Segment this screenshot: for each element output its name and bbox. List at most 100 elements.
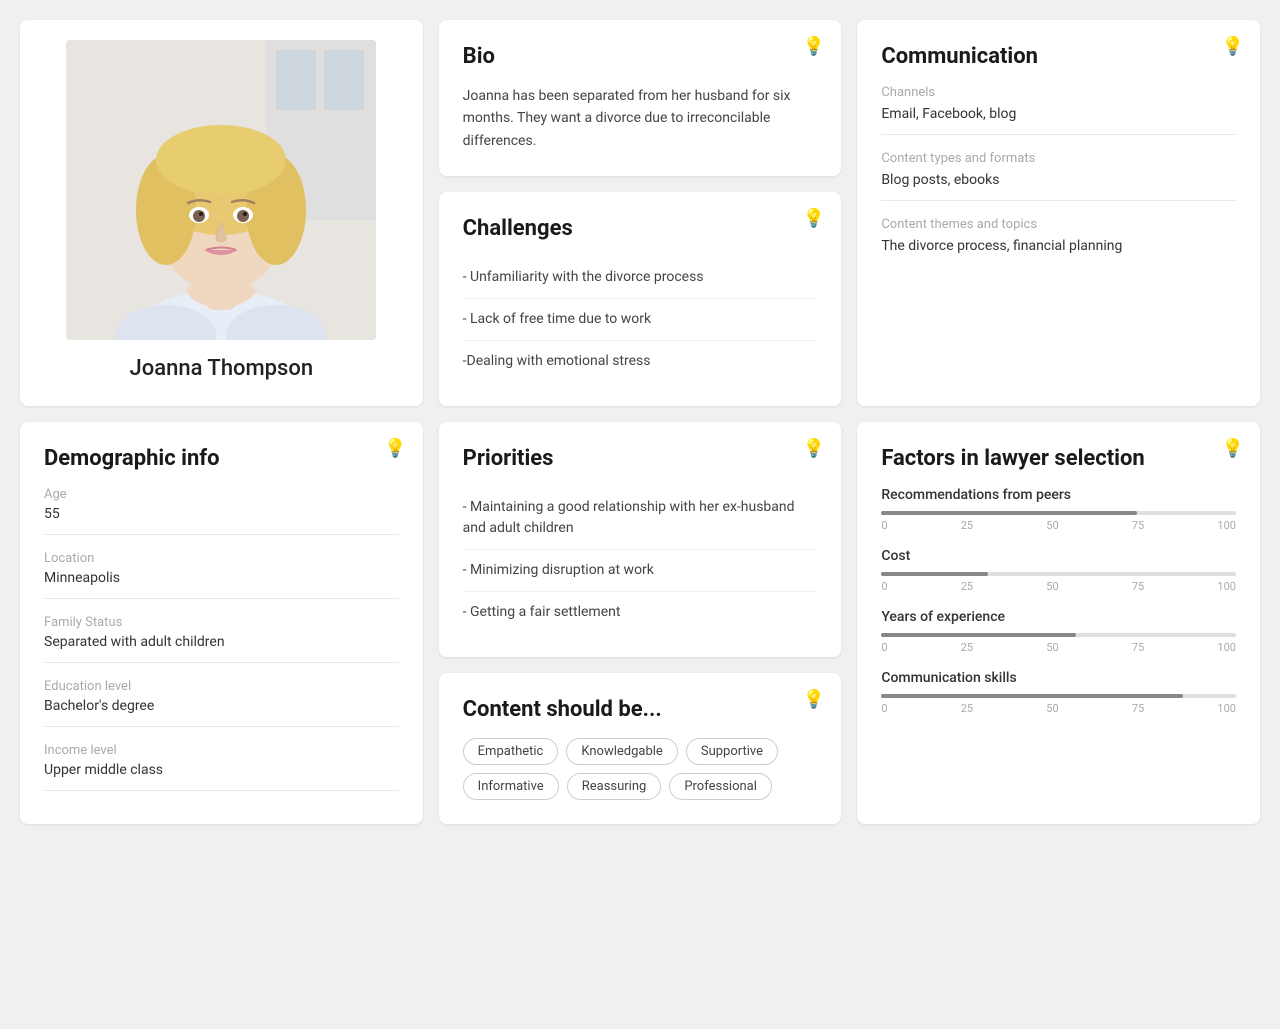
demographic-card: 💡 Demographic info Age55LocationMinneapo…	[20, 422, 423, 824]
factor-scale-3: 0255075100	[881, 702, 1236, 715]
demo-value-0: 55	[44, 506, 399, 535]
bio-title: Bio	[463, 44, 818, 69]
demo-value-2: Separated with adult children	[44, 634, 399, 663]
demo-value-3: Bachelor's degree	[44, 698, 399, 727]
scale-label: 50	[1046, 580, 1058, 593]
content-tag-3: Informative	[463, 773, 559, 800]
factor-label-2: Years of experience	[881, 609, 1236, 625]
scale-label: 75	[1132, 519, 1144, 532]
content-lightbulb-icon: 💡	[803, 689, 825, 710]
factor-scale-0: 0255075100	[881, 519, 1236, 532]
comm-section-2: Content themes and topics The divorce pro…	[881, 217, 1236, 266]
scale-label: 75	[1132, 580, 1144, 593]
middle-bottom-column: 💡 Priorities - Maintaining a good relati…	[439, 422, 842, 824]
communication-sections: Channels Email, Facebook, blog Content typ…	[881, 85, 1236, 266]
scale-label: 0	[881, 519, 887, 532]
demo-section-4: Income level Upper middle class	[44, 743, 399, 791]
bio-lightbulb-icon: 💡	[803, 36, 825, 57]
content-tag-4: Reassuring	[567, 773, 662, 800]
scale-label: 50	[1046, 702, 1058, 715]
scale-label: 100	[1217, 702, 1236, 715]
content-tag-0: Empathetic	[463, 738, 559, 765]
priorities-title: Priorities	[463, 446, 818, 471]
factor-scale-2: 0 25 50 75 100	[881, 641, 1236, 654]
priorities-lightbulb-icon: 💡	[803, 438, 825, 459]
factor-section-0: Recommendations from peers0255075100	[881, 487, 1236, 532]
comm-value-1: Blog posts, ebooks	[881, 172, 1236, 201]
demo-value-1: Minneapolis	[44, 570, 399, 599]
content-card: 💡 Content should be... EmpatheticKnowled…	[439, 673, 842, 824]
comm-section-0: Channels Email, Facebook, blog	[881, 85, 1236, 135]
bio-card: 💡 Bio Joanna has been separated from her…	[439, 20, 842, 176]
factor-label-1: Cost	[881, 548, 1236, 564]
scale-label: 75	[1132, 641, 1144, 654]
challenges-lightbulb-icon: 💡	[803, 208, 825, 229]
content-tag-2: Supportive	[686, 738, 778, 765]
factors-card: 💡 Factors in lawyer selection Recommenda…	[857, 422, 1260, 824]
priority-item-0: - Maintaining a good relationship with h…	[463, 487, 818, 550]
factor-section-3: Communication skills0255075100	[881, 670, 1236, 715]
comm-label-2: Content themes and topics	[881, 217, 1236, 232]
demo-value-4: Upper middle class	[44, 762, 399, 791]
content-tag-1: Knowledgable	[566, 738, 678, 765]
factor-fill-0	[881, 511, 1136, 515]
demo-label-1: Location	[44, 551, 399, 566]
demo-lightbulb-icon: 💡	[384, 438, 406, 459]
factor-scale-1: 0 25 50 75 100	[881, 580, 1236, 593]
profile-name: Joanna Thompson	[130, 356, 314, 381]
priority-item-2: - Getting a fair settlement	[463, 592, 818, 633]
challenges-card: 💡Challenges - Unfamiliarity with the divo…	[439, 192, 842, 406]
priorities-card: 💡 Priorities - Maintaining a good relati…	[439, 422, 842, 657]
factor-track-0	[881, 511, 1236, 515]
scale-label: 50	[1046, 641, 1058, 654]
scale-label: 100	[1217, 641, 1236, 654]
priorities-list: - Maintaining a good relationship with h…	[463, 487, 818, 633]
communication-card: 💡 Communication Channels Email, Facebook,…	[857, 20, 1260, 406]
comm-label-1: Content types and formats	[881, 151, 1236, 166]
comm-value-0: Email, Facebook, blog	[881, 106, 1236, 135]
factor-fill-2	[881, 633, 1076, 637]
demographic-fields: Age 55 Location Minneapolis Family Status Sep…	[44, 487, 399, 791]
scale-label: 75	[1132, 702, 1144, 715]
factors-title: Factors in lawyer selection	[881, 446, 1236, 471]
scale-label: 100	[1217, 519, 1236, 532]
comm-section-1: Content types and formats Blog posts, ebo…	[881, 151, 1236, 201]
scale-label: 25	[961, 580, 973, 593]
comm-value-2: The divorce process, financial planning	[881, 238, 1236, 266]
demo-label-2: Family Status	[44, 615, 399, 630]
profile-card: Joanna Thompson	[20, 20, 423, 406]
demo-section-3: Education level Bachelor's degree	[44, 679, 399, 727]
demo-label-3: Education level	[44, 679, 399, 694]
factor-track-2	[881, 633, 1236, 637]
comm-lightbulb-icon: 💡	[1222, 36, 1244, 57]
scale-label: 0	[881, 580, 887, 593]
factor-section-1: Cost 0 25 50 75 100	[881, 548, 1236, 593]
communication-title: Communication	[881, 44, 1236, 69]
comm-label-0: Channels	[881, 85, 1236, 100]
scale-label: 50	[1046, 519, 1058, 532]
factor-label-3: Communication skills	[881, 670, 1236, 686]
content-tag-5: Professional	[669, 773, 772, 800]
scale-label: 0	[881, 641, 887, 654]
top-middle-column: 💡 Bio Joanna has been separated from her…	[439, 20, 842, 406]
demo-section-1: Location Minneapolis	[44, 551, 399, 599]
priority-item-1: - Minimizing disruption at work	[463, 550, 818, 592]
challenge-item-0: - Unfamiliarity with the divorce process	[463, 257, 818, 299]
factor-fill-1	[881, 572, 987, 576]
factors-lightbulb-icon: 💡	[1222, 438, 1244, 459]
bio-text: Joanna has been separated from her husba…	[463, 85, 818, 152]
scale-label: 100	[1217, 580, 1236, 593]
factor-track-1	[881, 572, 1236, 576]
demo-section-0: Age 55	[44, 487, 399, 535]
main-grid: Joanna Thompson 💡 Bio Joanna has been se…	[20, 20, 1260, 824]
factor-fill-3	[881, 694, 1182, 698]
challenge-item-2: -Dealing with emotional stress	[463, 341, 818, 382]
factor-section-2: Years of experience 0 25 50 75 100	[881, 609, 1236, 654]
factor-label-0: Recommendations from peers	[881, 487, 1236, 503]
demo-label-0: Age	[44, 487, 399, 502]
factor-track-3	[881, 694, 1236, 698]
challenge-item-1: - Lack of free time due to work	[463, 299, 818, 341]
scale-label: 25	[961, 641, 973, 654]
demo-label-4: Income level	[44, 743, 399, 758]
challenges-title: Challenges	[463, 216, 818, 241]
